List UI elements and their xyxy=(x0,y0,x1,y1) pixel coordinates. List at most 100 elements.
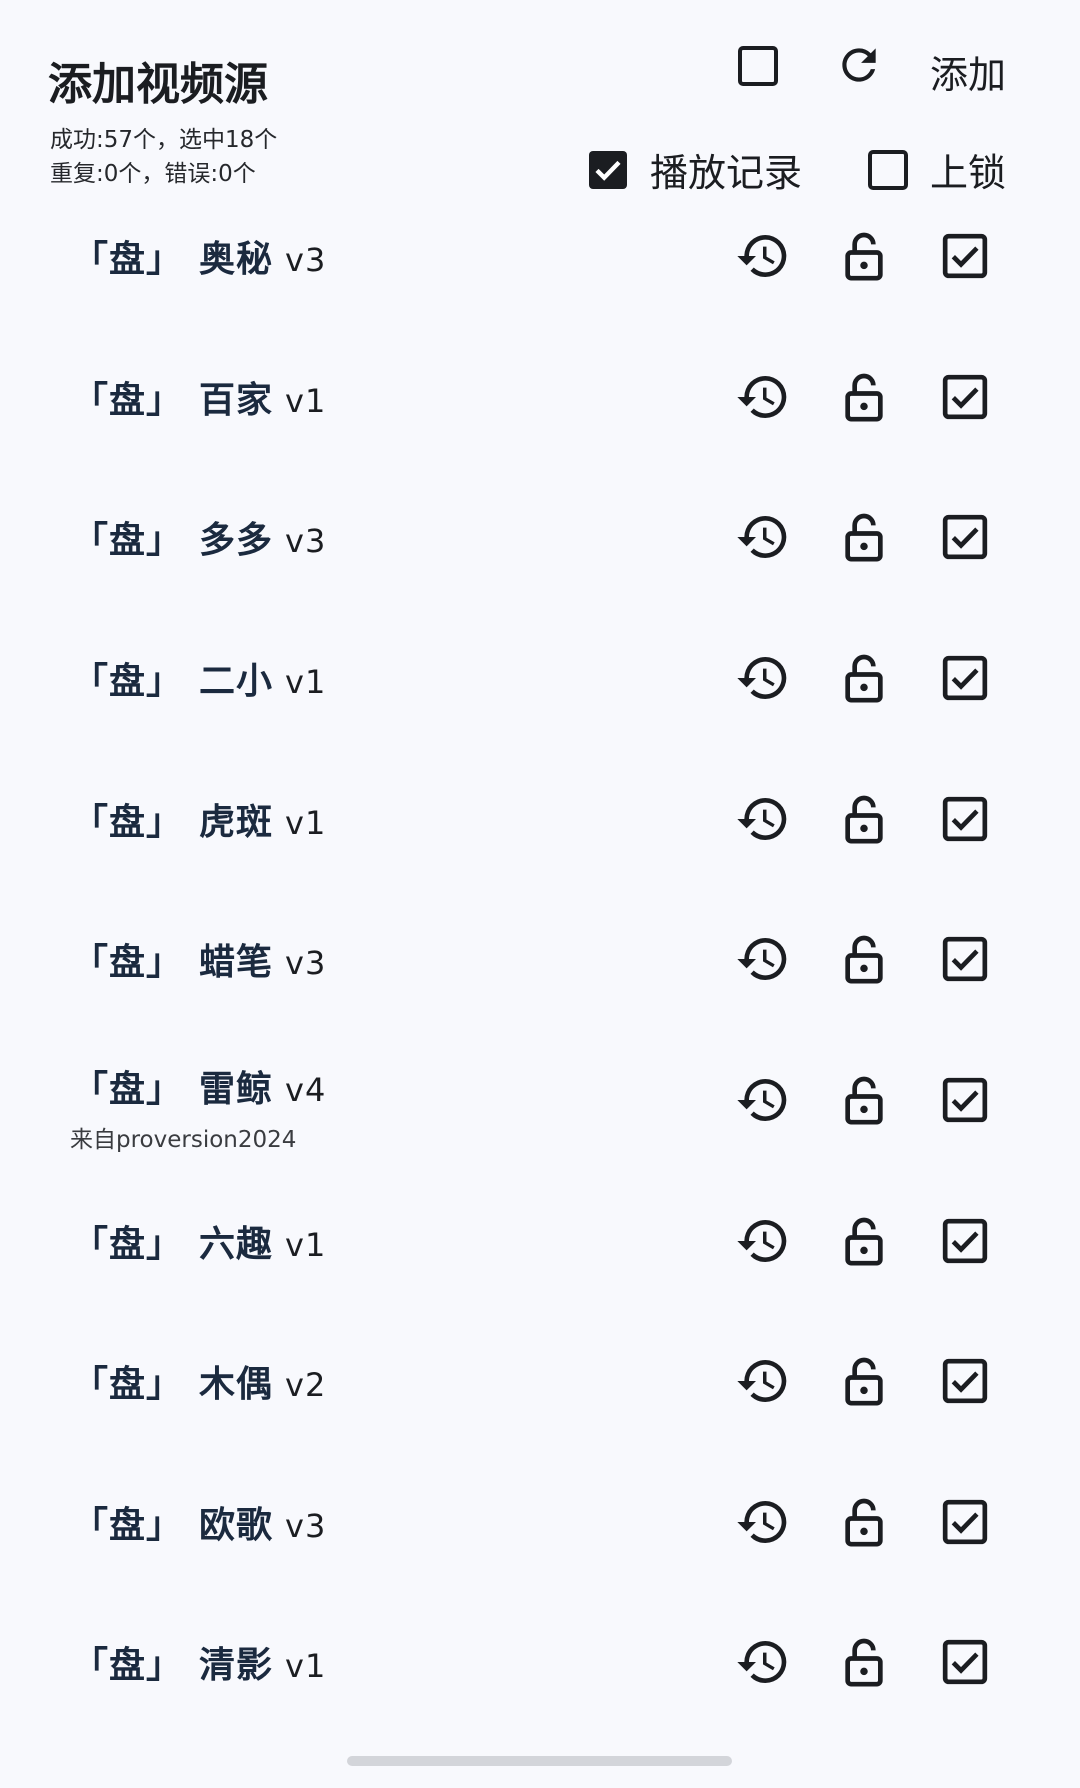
history-icon[interactable] xyxy=(735,1494,791,1550)
empty-checkbox-icon xyxy=(864,146,912,194)
source-title: 木偶 xyxy=(199,1364,274,1405)
history-icon[interactable] xyxy=(735,1634,791,1690)
source-row[interactable]: 「盘」 木偶 v2 xyxy=(0,1353,1080,1453)
source-name: 「盘」 清影 v1 xyxy=(72,1636,326,1688)
source-title: 二小 xyxy=(199,661,274,702)
checked-box-icon[interactable] xyxy=(937,1213,993,1269)
source-version: v4 xyxy=(285,1071,327,1109)
checked-box-icon[interactable] xyxy=(937,791,993,847)
source-name: 「盘」 雷鲸 v4 xyxy=(72,1060,326,1112)
source-version: v3 xyxy=(285,522,327,560)
history-icon[interactable] xyxy=(735,1213,791,1269)
source-prefix: 「盘」 xyxy=(72,942,184,983)
source-row[interactable]: 「盘」 奥秘 v3 xyxy=(0,228,1080,328)
history-icon[interactable] xyxy=(735,1072,791,1128)
add-button[interactable]: 添加 xyxy=(930,44,1006,99)
unlock-icon[interactable] xyxy=(836,228,892,284)
checked-box-icon[interactable] xyxy=(937,1494,993,1550)
source-name: 「盘」 蜡笔 v3 xyxy=(72,933,326,985)
source-row[interactable]: 「盘」 雷鲸 v4 来自proversion2024 xyxy=(0,1069,1080,1172)
checked-box-icon[interactable] xyxy=(937,1353,993,1409)
unlock-icon[interactable] xyxy=(836,1072,892,1128)
checked-checkbox-icon xyxy=(584,146,632,194)
source-title: 雷鲸 xyxy=(199,1069,274,1110)
source-row[interactable]: 「盘」 欧歌 v3 xyxy=(0,1494,1080,1594)
source-name: 「盘」 六趣 v1 xyxy=(72,1215,326,1267)
source-row[interactable]: 「盘」 虎斑 v1 xyxy=(0,791,1080,891)
unlock-icon[interactable] xyxy=(836,791,892,847)
source-note: 来自proversion2024 xyxy=(70,1127,297,1153)
unlock-icon[interactable] xyxy=(836,369,892,425)
source-prefix: 「盘」 xyxy=(72,1645,184,1686)
stat-success: 成功:57个，选中18个 xyxy=(50,127,278,153)
source-title: 百家 xyxy=(199,380,274,421)
source-prefix: 「盘」 xyxy=(72,802,184,843)
checked-box-icon[interactable] xyxy=(937,1072,993,1128)
unlock-icon[interactable] xyxy=(836,1634,892,1690)
source-prefix: 「盘」 xyxy=(72,1505,184,1546)
unlock-icon[interactable] xyxy=(836,1494,892,1550)
source-title: 多多 xyxy=(199,520,274,561)
checked-box-icon[interactable] xyxy=(937,1634,993,1690)
play-history-toggle[interactable]: 播放记录 xyxy=(584,142,802,197)
source-name: 「盘」 多多 v3 xyxy=(72,511,326,563)
source-row[interactable]: 「盘」 二小 v1 xyxy=(0,650,1080,750)
source-version: v1 xyxy=(285,382,327,420)
unlock-icon[interactable] xyxy=(836,1353,892,1409)
source-prefix: 「盘」 xyxy=(72,520,184,561)
empty-checkbox-icon xyxy=(734,42,782,90)
unlock-icon[interactable] xyxy=(836,1213,892,1269)
checked-box-icon[interactable] xyxy=(937,509,993,565)
source-name: 「盘」 虎斑 v1 xyxy=(72,793,326,845)
lock-toggle[interactable]: 上锁 xyxy=(864,142,1006,197)
source-row[interactable]: 「盘」 六趣 v1 xyxy=(0,1213,1080,1313)
source-prefix: 「盘」 xyxy=(72,1224,184,1265)
play-history-label: 播放记录 xyxy=(650,151,803,195)
source-version: v3 xyxy=(285,1507,327,1545)
source-name: 「盘」 欧歌 v3 xyxy=(72,1496,326,1548)
source-prefix: 「盘」 xyxy=(72,239,184,280)
history-icon[interactable] xyxy=(735,931,791,987)
home-indicator[interactable] xyxy=(347,1756,732,1766)
source-name: 「盘」 二小 v1 xyxy=(72,652,326,704)
source-version: v3 xyxy=(285,241,327,279)
source-prefix: 「盘」 xyxy=(72,1069,184,1110)
source-title: 欧歌 xyxy=(199,1505,274,1546)
checked-box-icon[interactable] xyxy=(937,650,993,706)
source-name: 「盘」 百家 v1 xyxy=(72,371,326,423)
source-version: v2 xyxy=(285,1366,327,1404)
lock-label: 上锁 xyxy=(930,151,1007,195)
source-version: v1 xyxy=(285,804,327,842)
refresh-button[interactable] xyxy=(834,40,884,90)
history-icon[interactable] xyxy=(735,369,791,425)
unlock-icon[interactable] xyxy=(836,650,892,706)
source-row[interactable]: 「盘」 百家 v1 xyxy=(0,369,1080,469)
source-version: v1 xyxy=(285,1226,327,1264)
history-icon[interactable] xyxy=(735,650,791,706)
source-row[interactable]: 「盘」 清影 v1 xyxy=(0,1634,1080,1734)
select-all-button[interactable] xyxy=(734,42,782,90)
source-name: 「盘」 木偶 v2 xyxy=(72,1355,326,1407)
checked-box-icon[interactable] xyxy=(937,228,993,284)
source-name: 「盘」 奥秘 v3 xyxy=(72,230,326,282)
history-icon[interactable] xyxy=(735,509,791,565)
history-icon[interactable] xyxy=(735,1353,791,1409)
source-version: v1 xyxy=(285,1647,327,1685)
source-prefix: 「盘」 xyxy=(72,661,184,702)
source-row[interactable]: 「盘」 蜡笔 v3 xyxy=(0,931,1080,1031)
unlock-icon[interactable] xyxy=(836,509,892,565)
page-title: 添加视频源 xyxy=(48,59,268,110)
history-icon[interactable] xyxy=(735,791,791,847)
source-prefix: 「盘」 xyxy=(72,1364,184,1405)
unlock-icon[interactable] xyxy=(836,931,892,987)
history-icon[interactable] xyxy=(735,228,791,284)
source-row[interactable]: 「盘」 多多 v3 xyxy=(0,509,1080,609)
source-version: v3 xyxy=(285,944,327,982)
checked-box-icon[interactable] xyxy=(937,931,993,987)
checked-box-icon[interactable] xyxy=(937,369,993,425)
source-version: v1 xyxy=(285,663,327,701)
source-title: 蜡笔 xyxy=(199,942,274,983)
source-title: 虎斑 xyxy=(199,802,274,843)
source-prefix: 「盘」 xyxy=(72,380,184,421)
stat-errors: 重复:0个，错误:0个 xyxy=(50,161,256,187)
